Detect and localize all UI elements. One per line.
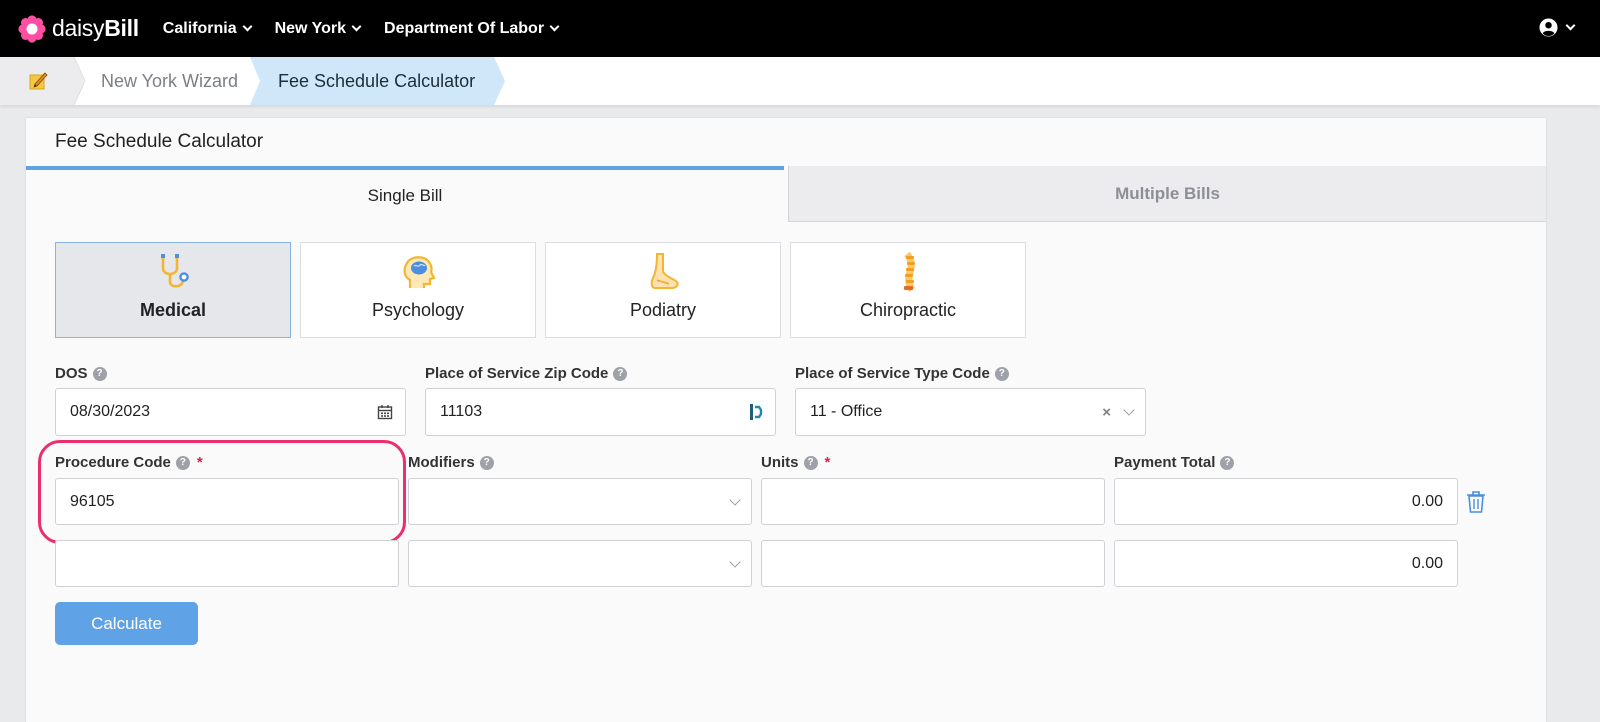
calculate-button[interactable]: Calculate [55, 602, 198, 645]
breadcrumb-fee-schedule-calculator: Fee Schedule Calculator [278, 71, 476, 91]
nav-department-of-labor[interactable]: Department Of Labor [384, 20, 560, 38]
specialty-podiatry[interactable]: Podiatry [545, 242, 781, 338]
payment-total-field: 0.00 [1114, 540, 1458, 587]
dos-value: 08/30/2023 [70, 403, 151, 420]
top-nav: daisyBill California New York Department… [0, 0, 1600, 57]
zip-value: 11103 [440, 403, 483, 420]
stethoscope-icon [161, 254, 189, 288]
modifiers-select[interactable] [408, 540, 752, 587]
calendar-icon[interactable] [377, 389, 393, 435]
help-icon[interactable]: ? [92, 366, 107, 381]
specialty-label: Psychology [371, 300, 465, 320]
chevron-down-icon [549, 21, 560, 32]
payment-total-label: Payment Total? [1114, 454, 1235, 471]
spine-icon [904, 252, 916, 292]
chevron-down-icon[interactable] [1123, 404, 1135, 416]
clear-icon[interactable]: × [1102, 404, 1111, 421]
daisy-flower-icon [18, 14, 46, 43]
user-menu[interactable] [1539, 18, 1576, 37]
help-icon[interactable]: ? [1220, 455, 1235, 470]
breadcrumb-divider [74, 57, 86, 105]
procedure-code-input[interactable] [55, 540, 399, 587]
specialty-label: Chiropractic [859, 300, 957, 320]
specialty-psychology[interactable]: Psychology [300, 242, 536, 338]
pos-type-value: 11 - Office [810, 403, 883, 420]
tab-single-bill[interactable]: Single Bill [26, 166, 784, 222]
zip-label: Place of Service Zip Code? [425, 365, 628, 382]
specialty-label: Podiatry [629, 300, 697, 320]
specialty-label: Medical [139, 300, 207, 320]
tab-multiple-bills[interactable]: Multiple Bills [788, 166, 1546, 222]
help-icon[interactable]: ? [613, 366, 628, 381]
modifiers-label: Modifiers? [408, 454, 494, 471]
payment-total-field: 0.00 [1114, 478, 1458, 525]
zip-input[interactable]: 11103 [425, 388, 776, 436]
nav-california[interactable]: California [163, 20, 253, 38]
pos-type-label: Place of Service Type Code? [795, 365, 1009, 382]
modifiers-select[interactable] [408, 478, 752, 525]
pos-type-select[interactable]: 11 - Office × [795, 388, 1146, 436]
select-controls: × [1102, 389, 1135, 435]
foot-icon [650, 253, 679, 289]
chevron-down-icon [729, 556, 741, 568]
calculator-card: Fee Schedule Calculator Single Bill Mult… [26, 118, 1546, 722]
notepad-pencil-icon [29, 72, 48, 90]
nav-new-york[interactable]: New York [275, 20, 362, 38]
brain-head-icon [403, 256, 436, 288]
user-circle-icon [1539, 18, 1558, 37]
units-input[interactable] [761, 478, 1105, 525]
payment-total-value: 0.00 [1411, 492, 1443, 510]
specialty-chiropractic[interactable]: Chiropractic [790, 242, 1026, 338]
dos-input[interactable]: 08/30/2023 [55, 388, 406, 436]
trash-icon[interactable] [1466, 490, 1486, 514]
autofill-icon[interactable] [749, 389, 763, 435]
units-input[interactable] [761, 540, 1105, 587]
chevron-down-icon [242, 21, 253, 32]
units-label: Units? * [761, 454, 831, 471]
payment-total-value: 0.00 [1411, 554, 1443, 572]
chevron-down-icon [729, 494, 741, 506]
breadcrumb-divider [494, 57, 505, 105]
help-icon[interactable]: ? [803, 455, 818, 470]
breadcrumb: New York Wizard Fee Schedule Calculator [0, 57, 1600, 105]
breadcrumb-new-york-wizard[interactable]: New York Wizard [101, 57, 238, 105]
specialty-medical[interactable]: Medical [55, 242, 291, 338]
brand-name: daisyBill [52, 15, 139, 41]
required-mark: * [824, 454, 831, 471]
page-title: Fee Schedule Calculator [55, 131, 264, 152]
breadcrumb-divider [250, 57, 260, 105]
help-icon[interactable]: ? [994, 366, 1009, 381]
dos-label: DOS? [55, 365, 107, 382]
chevron-down-icon [351, 21, 362, 32]
chevron-down-icon [1565, 20, 1576, 31]
breadcrumb-home[interactable] [0, 57, 74, 105]
procedure-code-highlight [38, 440, 406, 544]
help-icon[interactable]: ? [479, 455, 494, 470]
brand-logo[interactable]: daisyBill [18, 14, 139, 43]
